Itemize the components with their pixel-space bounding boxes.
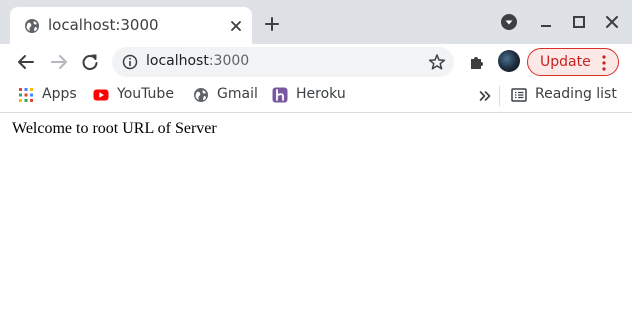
forward-icon[interactable]: [49, 52, 69, 72]
extensions-puzzle-icon[interactable]: [467, 52, 487, 72]
reading-list-icon: [511, 88, 527, 102]
profile-avatar[interactable]: [498, 50, 520, 72]
reading-list-button[interactable]: Reading list: [511, 84, 619, 106]
tab-close-icon[interactable]: [229, 19, 243, 33]
chevron-double-right-icon[interactable]: [478, 89, 492, 103]
apps-grid-icon: [19, 88, 33, 102]
bookmark-apps[interactable]: Apps: [18, 84, 80, 106]
bookmark-label: Heroku: [296, 86, 346, 102]
tab-title: localhost:3000: [48, 16, 159, 34]
bookmark-label: YouTube: [117, 86, 174, 102]
profile-menu-icon[interactable]: [500, 13, 518, 31]
bookmark-gmail[interactable]: Gmail: [193, 84, 259, 106]
bookmark-star-icon[interactable]: [428, 53, 446, 71]
url-port: :3000: [208, 53, 250, 69]
back-icon[interactable]: [16, 52, 36, 72]
reload-icon[interactable]: [80, 52, 100, 72]
reading-list-label: Reading list: [535, 86, 617, 102]
window-close-icon[interactable]: [603, 13, 621, 31]
url-host: localhost: [146, 53, 209, 69]
bookmark-heroku[interactable]: Heroku: [272, 84, 350, 106]
minimize-icon[interactable]: [537, 13, 555, 31]
maximize-icon[interactable]: [570, 13, 588, 31]
page-content: Welcome to root URL of Server: [0, 113, 632, 315]
site-info-icon[interactable]: [122, 54, 138, 70]
active-tab[interactable]: localhost:3000: [10, 7, 252, 44]
heroku-icon: [272, 87, 288, 103]
update-label: Update: [540, 54, 591, 70]
bookmarks-divider: [499, 86, 500, 106]
new-tab-icon[interactable]: [264, 16, 280, 32]
tab-strip: localhost:3000: [0, 0, 632, 44]
url-text: localhost:3000: [146, 53, 249, 69]
bookmark-label: Apps: [42, 86, 77, 102]
toolbar: localhost:3000 Update: [0, 44, 632, 80]
bookmark-label: Gmail: [217, 86, 258, 102]
bookmark-youtube[interactable]: YouTube: [93, 84, 179, 106]
address-bar[interactable]: localhost:3000: [112, 47, 454, 77]
globe-icon: [25, 19, 39, 33]
update-button[interactable]: Update: [527, 48, 619, 76]
bookmarks-bar: Apps YouTube Gmail Heroku Reading list: [0, 80, 632, 113]
page-body-text: Welcome to root URL of Server: [12, 120, 217, 137]
globe-icon: [194, 88, 208, 102]
more-vert-icon: [602, 55, 606, 71]
youtube-icon: [93, 89, 109, 101]
